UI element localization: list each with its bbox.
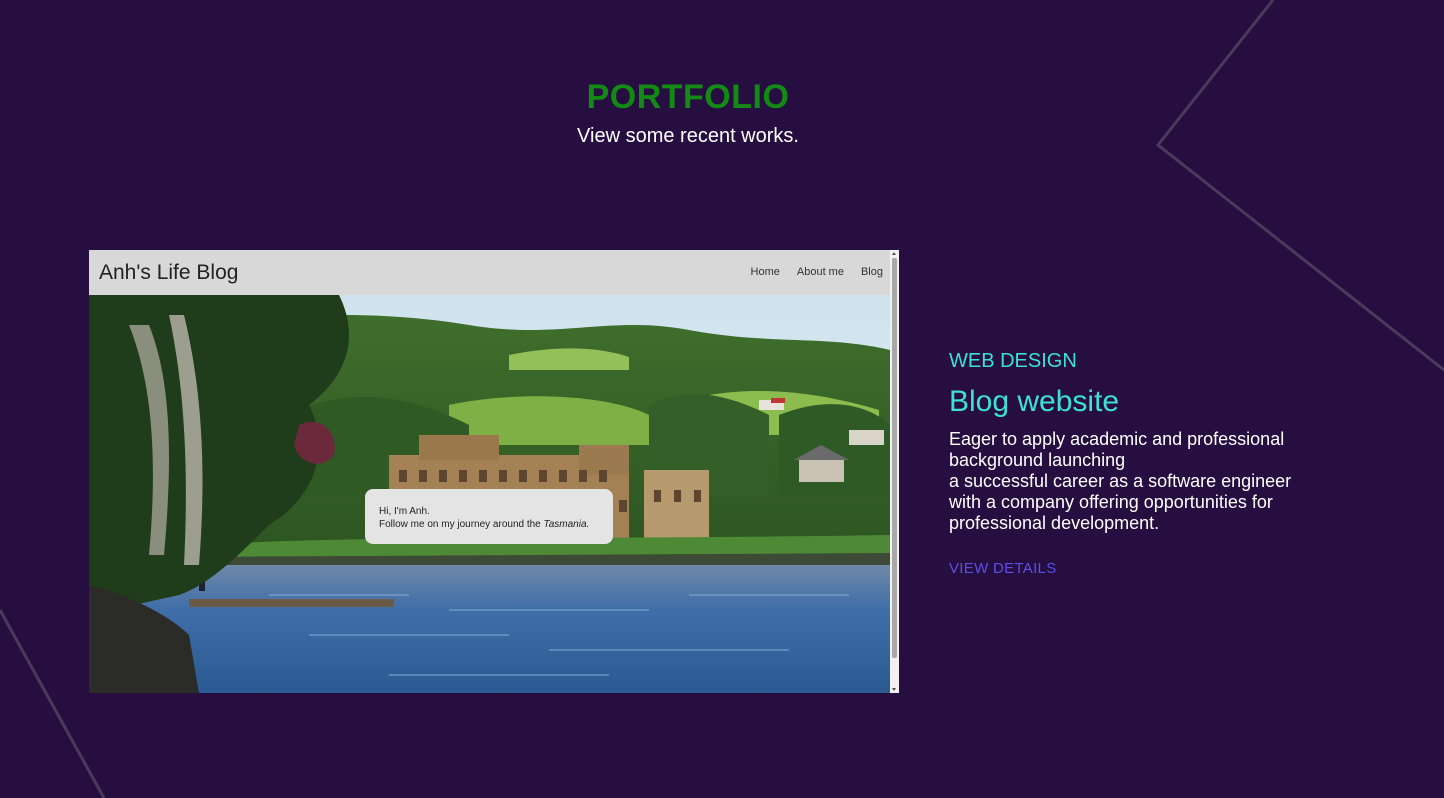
hero-greeting-bubble: Hi, I'm Anh. Follow me on my journey aro… — [365, 489, 613, 544]
journey-line: Follow me on my journey around the Tasma… — [379, 518, 613, 531]
blog-hero-photo: Hi, I'm Anh. Follow me on my journey aro… — [89, 295, 890, 693]
scroll-down-arrow-icon[interactable] — [892, 688, 896, 691]
description-line: a successful career as a software engine… — [949, 471, 1292, 533]
blog-nav-blog[interactable]: Blog — [861, 266, 883, 279]
greeting-line: Hi, I'm Anh. — [379, 506, 430, 517]
journey-place: Tasmania. — [543, 519, 590, 530]
project-description: Eager to apply academic and professional… — [949, 429, 1299, 534]
project-title: Blog website — [949, 385, 1120, 418]
scroll-up-arrow-icon[interactable] — [892, 252, 896, 255]
blog-brand: Anh's Life Blog — [99, 261, 239, 284]
blog-navbar: Anh's Life Blog Home About me Blog — [89, 250, 890, 295]
section-subtitle: View some recent works. — [577, 125, 799, 147]
blog-menu: Home About me Blog — [751, 266, 883, 279]
portfolio-header: PORTFOLIO View some recent works. — [0, 78, 1376, 148]
journey-text: Follow me on my journey around the — [379, 519, 544, 530]
section-title: PORTFOLIO — [586, 78, 790, 116]
project-category: WEB DESIGN — [949, 350, 1077, 372]
blog-nav-home[interactable]: Home — [751, 266, 780, 279]
description-line: Eager to apply academic and professional… — [949, 429, 1285, 470]
blog-nav-about[interactable]: About me — [797, 266, 844, 279]
preview-scrollbar[interactable] — [890, 250, 899, 693]
scroll-thumb[interactable] — [892, 258, 897, 658]
view-details-link[interactable]: VIEW DETAILS — [949, 560, 1057, 578]
project-details: WEB DESIGN Blog website Eager to apply a… — [949, 349, 1299, 578]
project-preview-image[interactable]: Anh's Life Blog Home About me Blog Hi, I… — [89, 250, 899, 693]
